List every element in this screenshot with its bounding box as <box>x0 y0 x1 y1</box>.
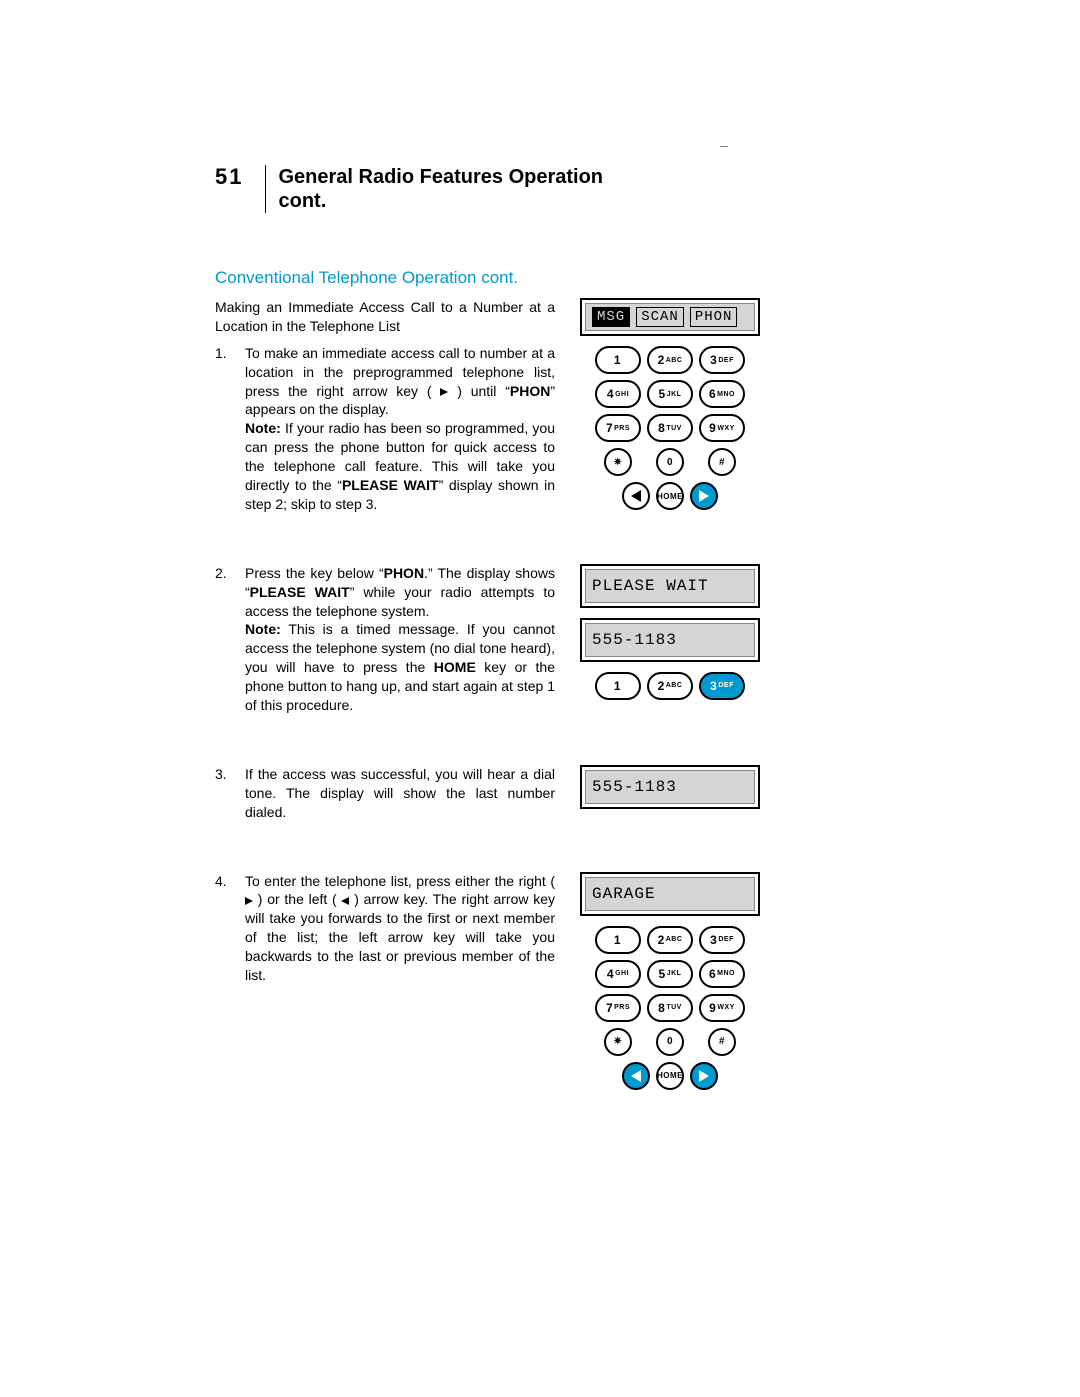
key-1[interactable]: 1 <box>595 346 641 374</box>
right-arrow-icon <box>440 388 448 396</box>
key-hash[interactable]: # <box>708 1028 736 1056</box>
key-7[interactable]: 7PRS <box>595 994 641 1022</box>
lcd-frame: MSG SCAN PHON <box>580 298 760 336</box>
lcd-seg-scan: SCAN <box>636 307 684 327</box>
key-star[interactable]: ✷ <box>604 448 632 476</box>
key-4[interactable]: 4GHI <box>595 380 641 408</box>
lcd-frame: GARAGE <box>580 872 760 916</box>
step-1-row: Making an Immediate Access Call to a Num… <box>215 298 935 524</box>
key-6[interactable]: 6MNO <box>699 960 745 988</box>
page-number: 51 <box>215 165 253 189</box>
key-3[interactable]: 3DEF <box>699 346 745 374</box>
step-2-row: 2. Press the key below “PHON.” The displ… <box>215 564 935 725</box>
lcd-number: 555-1183 <box>585 770 755 804</box>
key-8[interactable]: 8TUV <box>647 414 693 442</box>
lcd-frame: 555-1183 <box>580 765 760 809</box>
lcd-number: 555-1183 <box>585 623 755 657</box>
key-9[interactable]: 9WXY <box>699 994 745 1022</box>
step-number: 4. <box>215 872 233 985</box>
home-key[interactable]: HOME <box>656 1062 684 1090</box>
right-arrow-icon <box>245 897 253 905</box>
lcd-frame: PLEASE WAIT <box>580 564 760 608</box>
key-star[interactable]: ✷ <box>604 1028 632 1056</box>
left-arrow-key[interactable] <box>622 1062 650 1090</box>
figure-1: MSG SCAN PHON 1 2ABC 3DEF 4GHI 5JKL 6MNO… <box>580 298 760 510</box>
step-body: To make an immediate access call to numb… <box>245 344 555 514</box>
title-line-1: General Radio Features Operation <box>278 166 603 188</box>
step-3-text: 3. If the access was successful, you wil… <box>215 765 555 832</box>
key-2[interactable]: 2ABC <box>647 926 693 954</box>
key-5[interactable]: 5JKL <box>647 960 693 988</box>
section-title: Conventional Telephone Operation cont. <box>215 268 935 288</box>
key-3[interactable]: 3DEF <box>699 672 745 700</box>
step-4-row: 4. To enter the telephone list, press ei… <box>215 872 935 1090</box>
title-line-2: cont. <box>278 190 326 212</box>
key-0[interactable]: 0 <box>656 1028 684 1056</box>
lcd-garage: GARAGE <box>585 877 755 911</box>
keypad: 1 2ABC 3DEF 4GHI 5JKL 6MNO 7PRS 8TUV 9WX… <box>580 346 760 476</box>
right-arrow-key[interactable] <box>690 482 718 510</box>
key-hash[interactable]: # <box>708 448 736 476</box>
home-key[interactable]: HOME <box>656 482 684 510</box>
step-body: If the access was successful, you will h… <box>245 765 555 822</box>
key-5[interactable]: 5JKL <box>647 380 693 408</box>
step-number: 1. <box>215 344 233 514</box>
key-4[interactable]: 4GHI <box>595 960 641 988</box>
lcd-seg-msg: MSG <box>592 307 630 327</box>
keypad: 1 2ABC 3DEF 4GHI 5JKL 6MNO 7PRS 8TUV 9WX… <box>580 926 760 1056</box>
step-body: To enter the telephone list, press eithe… <box>245 872 555 985</box>
lcd-frame: 555-1183 <box>580 618 760 662</box>
key-1[interactable]: 1 <box>595 672 641 700</box>
lcd-please-wait: PLEASE WAIT <box>585 569 755 603</box>
figure-2: PLEASE WAIT 555-1183 1 2ABC 3DEF <box>580 564 760 700</box>
page-header: 51 General Radio Features Operation cont… <box>215 165 935 213</box>
step-body: Press the key below “PHON.” The display … <box>245 564 555 715</box>
lcd-screen: MSG SCAN PHON <box>585 303 755 331</box>
step-number: 3. <box>215 765 233 822</box>
left-arrow-icon <box>341 897 349 905</box>
crop-mark-icon <box>720 146 728 147</box>
key-3[interactable]: 3DEF <box>699 926 745 954</box>
right-arrow-key[interactable] <box>690 1062 718 1090</box>
lcd-seg-phon: PHON <box>690 307 738 327</box>
key-7[interactable]: 7PRS <box>595 414 641 442</box>
key-1[interactable]: 1 <box>595 926 641 954</box>
step-3-row: 3. If the access was successful, you wil… <box>215 765 935 832</box>
step-2-text: 2. Press the key below “PHON.” The displ… <box>215 564 555 725</box>
page-title: General Radio Features Operation cont. <box>278 165 603 213</box>
keypad-row: 1 2ABC 3DEF <box>580 672 760 700</box>
left-arrow-key[interactable] <box>622 482 650 510</box>
step-number: 2. <box>215 564 233 715</box>
header-divider <box>265 165 266 213</box>
key-2[interactable]: 2ABC <box>647 346 693 374</box>
step-4-text: 4. To enter the telephone list, press ei… <box>215 872 555 995</box>
page-content: 51 General Radio Features Operation cont… <box>215 165 935 1090</box>
key-2[interactable]: 2ABC <box>647 672 693 700</box>
key-8[interactable]: 8TUV <box>647 994 693 1022</box>
figure-4: GARAGE 1 2ABC 3DEF 4GHI 5JKL 6MNO 7PRS 8… <box>580 872 760 1090</box>
figure-3: 555-1183 <box>580 765 760 819</box>
key-9[interactable]: 9WXY <box>699 414 745 442</box>
lead-paragraph: Making an Immediate Access Call to a Num… <box>215 298 555 336</box>
key-6[interactable]: 6MNO <box>699 380 745 408</box>
key-0[interactable]: 0 <box>656 448 684 476</box>
step-1-text: Making an Immediate Access Call to a Num… <box>215 298 555 524</box>
